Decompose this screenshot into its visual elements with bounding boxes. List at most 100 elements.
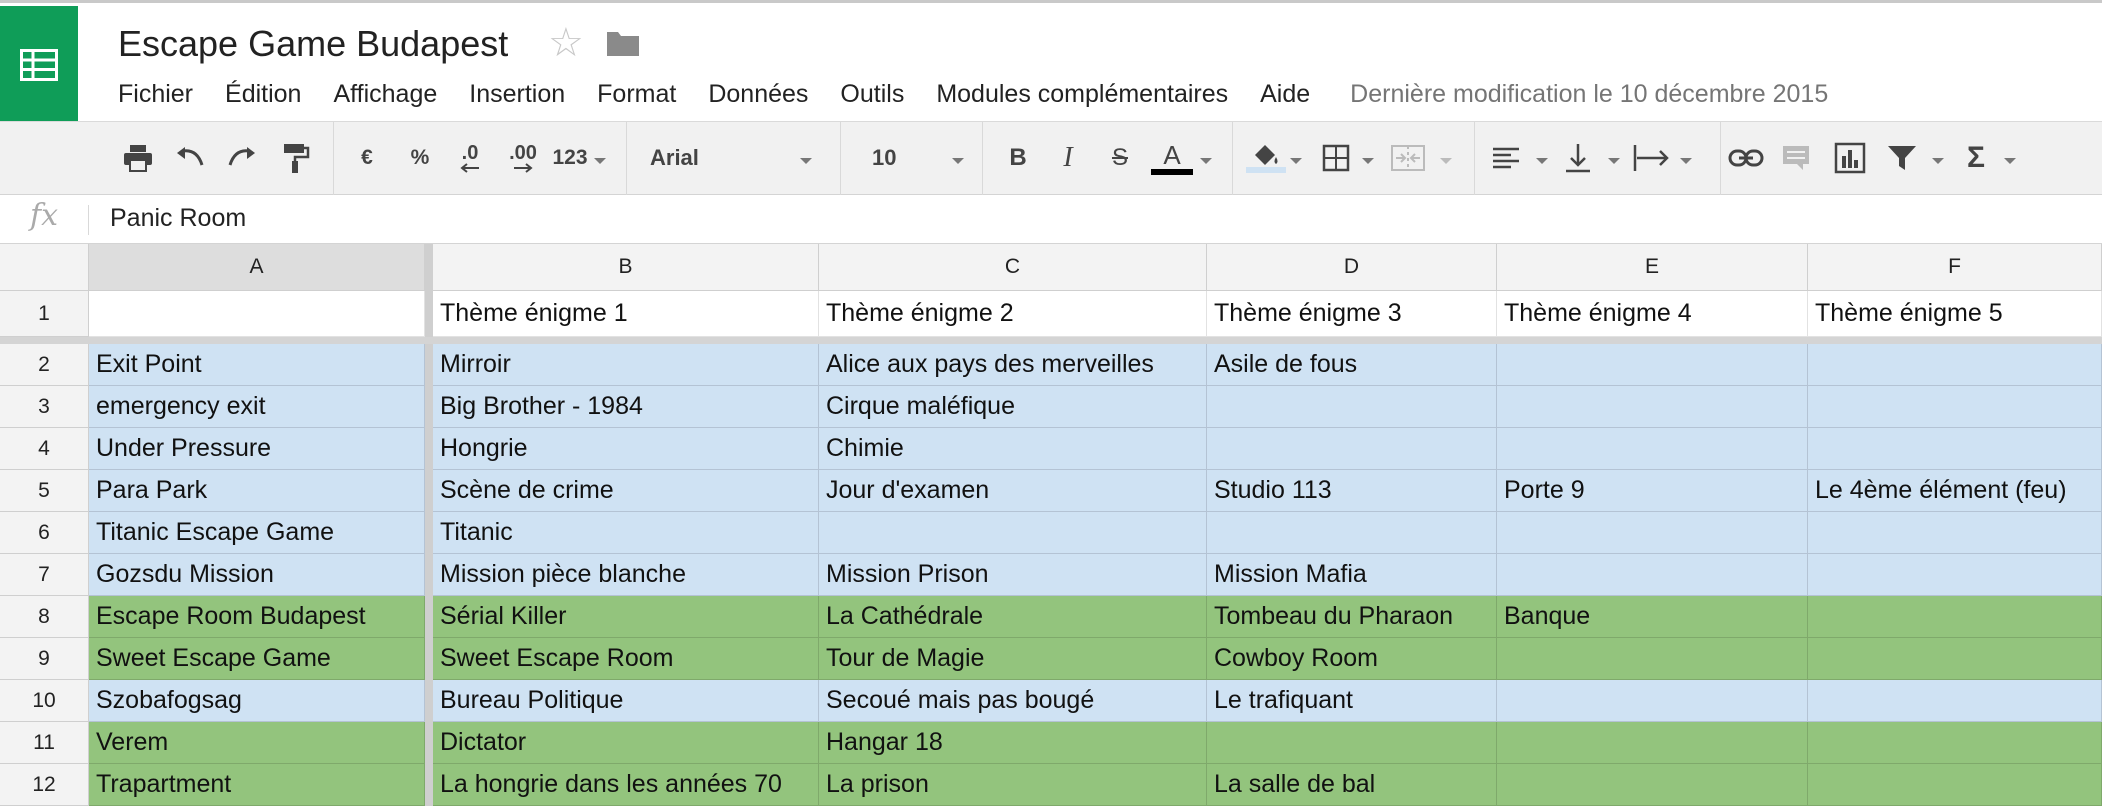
row-header[interactable]: 12 [0,764,89,806]
cell[interactable]: Mission pièce blanche [433,554,819,596]
cell[interactable] [819,512,1207,554]
cell[interactable]: Sweet Escape Room [433,638,819,680]
paint-format-icon[interactable] [276,136,316,180]
cell[interactable] [1808,764,2102,806]
cell[interactable]: Escape Room Budapest [89,596,425,638]
merge-cells-icon[interactable] [1388,136,1428,180]
currency-format-button[interactable]: € [352,136,382,180]
document-title[interactable]: Escape Game Budapest [118,23,508,65]
chevron-down-icon[interactable] [1608,158,1620,164]
cell[interactable]: Porte 9 [1497,470,1808,512]
cell[interactable]: Le trafiquant [1207,680,1497,722]
cell[interactable]: La Cathédrale [819,596,1207,638]
decrease-decimal-button[interactable]: .0 [450,136,490,180]
cell[interactable]: Trapartment [89,764,425,806]
cell[interactable] [1497,554,1808,596]
row-header[interactable]: 10 [0,680,89,722]
cell[interactable]: Titanic Escape Game [89,512,425,554]
cell[interactable] [1207,512,1497,554]
fill-color-icon[interactable] [1246,136,1286,180]
select-all-corner[interactable] [0,244,89,291]
row-header[interactable]: 5 [0,470,89,512]
chevron-down-icon[interactable] [1200,158,1212,164]
cell[interactable] [1808,722,2102,764]
cell[interactable] [1497,722,1808,764]
cell[interactable] [1497,764,1808,806]
chevron-down-icon[interactable] [800,158,812,164]
borders-icon[interactable] [1318,136,1354,180]
column-header-f[interactable]: F [1808,244,2102,291]
menu-affichage[interactable]: Affichage [333,80,437,109]
chevron-down-icon[interactable] [1362,158,1374,164]
cell[interactable]: Exit Point [89,344,425,386]
font-size-select[interactable]: 10 [872,136,942,180]
comment-icon[interactable] [1778,136,1814,180]
cell[interactable] [1207,386,1497,428]
cell[interactable] [1808,596,2102,638]
frozen-row-divider[interactable] [0,337,2102,344]
cell[interactable]: Thème énigme 5 [1808,291,2102,337]
cell[interactable]: Cowboy Room [1207,638,1497,680]
cell[interactable] [89,291,425,337]
chart-icon[interactable] [1832,136,1868,180]
row-header[interactable]: 3 [0,386,89,428]
column-header-c[interactable]: C [819,244,1207,291]
cell[interactable]: Cirque maléfique [819,386,1207,428]
row-header[interactable]: 6 [0,512,89,554]
menu-insertion[interactable]: Insertion [469,80,565,109]
font-family-select[interactable]: Arial [650,136,810,180]
cell[interactable]: Banque [1497,596,1808,638]
cell[interactable]: Le 4ème élément (feu) [1808,470,2102,512]
cell[interactable]: emergency exit [89,386,425,428]
more-formats-button[interactable]: 123 [550,136,590,180]
cell[interactable]: Thème énigme 1 [433,291,819,337]
row-header[interactable]: 9 [0,638,89,680]
cell[interactable]: Asile de fous [1207,344,1497,386]
column-header-e[interactable]: E [1497,244,1808,291]
cell[interactable] [1497,428,1808,470]
menu-modules[interactable]: Modules complémentaires [936,80,1228,109]
cell[interactable]: La salle de bal [1207,764,1497,806]
row-header[interactable]: 8 [0,596,89,638]
cell[interactable]: Dictator [433,722,819,764]
cell[interactable]: Szobafogsag [89,680,425,722]
chevron-down-icon[interactable] [1290,158,1302,164]
chevron-down-icon[interactable] [1932,158,1944,164]
formula-input[interactable]: Panic Room [110,204,246,233]
cell[interactable]: Sérial Killer [433,596,819,638]
cell[interactable]: Scène de crime [433,470,819,512]
valign-bottom-icon[interactable] [1560,136,1596,180]
menu-fichier[interactable]: Fichier [118,80,193,109]
menu-outils[interactable]: Outils [840,80,904,109]
cell[interactable] [1808,386,2102,428]
menu-format[interactable]: Format [597,80,676,109]
cell[interactable]: Jour d'examen [819,470,1207,512]
cell[interactable] [1497,638,1808,680]
cell[interactable]: Hongrie [433,428,819,470]
text-color-button[interactable]: A [1150,136,1194,180]
cell[interactable]: La hongrie dans les années 70 [433,764,819,806]
cell[interactable]: Thème énigme 4 [1497,291,1808,337]
sheets-logo-icon[interactable] [0,6,78,124]
cell[interactable]: Tour de Magie [819,638,1207,680]
row-header[interactable]: 2 [0,344,89,386]
cell[interactable] [1207,722,1497,764]
print-icon[interactable] [118,136,158,180]
cell[interactable] [1497,512,1808,554]
folder-icon[interactable] [606,29,640,62]
cell[interactable] [1808,638,2102,680]
chevron-down-icon[interactable] [1536,158,1548,164]
cell[interactable]: Chimie [819,428,1207,470]
cell[interactable]: Big Brother - 1984 [433,386,819,428]
menu-edition[interactable]: Édition [225,80,301,109]
row-header[interactable]: 11 [0,722,89,764]
menu-aide[interactable]: Aide [1260,80,1310,109]
cell[interactable]: La prison [819,764,1207,806]
chevron-down-icon[interactable] [1680,158,1692,164]
cell[interactable]: Bureau Politique [433,680,819,722]
cell[interactable]: Mirroir [433,344,819,386]
chevron-down-icon[interactable] [952,158,964,164]
row-header[interactable]: 4 [0,428,89,470]
row-header[interactable]: 1 [0,291,89,337]
cell[interactable]: Gozsdu Mission [89,554,425,596]
